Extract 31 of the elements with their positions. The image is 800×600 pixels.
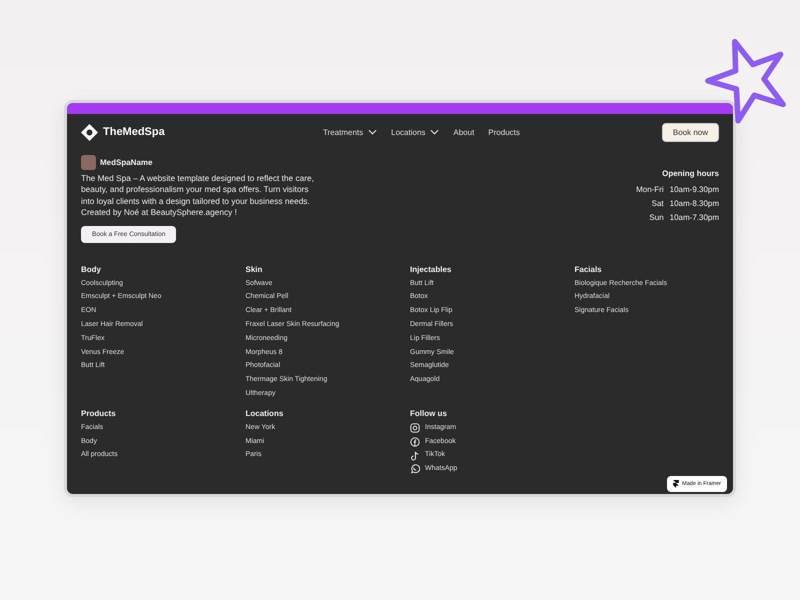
column-heading: Follow us bbox=[410, 409, 448, 418]
column-heading: Facials bbox=[574, 265, 603, 274]
nav-link[interactable]: About bbox=[453, 128, 474, 136]
column-heading: Skin bbox=[246, 265, 264, 274]
hours-days: Mon-Fri bbox=[636, 185, 664, 194]
nav-link[interactable]: Products bbox=[488, 128, 520, 136]
tiktok-icon bbox=[410, 450, 420, 461]
hours-time: 10am-9.30pm bbox=[670, 185, 719, 194]
column-heading: Body bbox=[81, 265, 102, 274]
description: The Med Spa – A website template designed to reflect the care, beauty, and professionalism your med spa offers. Turn visitors into loyal clients with a design tailored to your business needs. Created by Noé at BeautySphere.agency ! bbox=[81, 173, 315, 218]
nav-link[interactable]: Locations bbox=[391, 128, 440, 136]
facebook-icon bbox=[410, 436, 420, 447]
hours-time: 10am-8.30pm bbox=[670, 199, 719, 208]
instagram-icon bbox=[410, 423, 420, 433]
profile-name: MedSpaName bbox=[100, 158, 152, 167]
column-heading: Injectables bbox=[410, 265, 452, 274]
nav-link[interactable]: Treatments bbox=[322, 128, 378, 136]
framer-logo-icon bbox=[673, 480, 680, 488]
whatsapp-icon bbox=[410, 464, 420, 474]
chevron-down-icon bbox=[430, 129, 440, 135]
book-now-button[interactable]: Book now bbox=[662, 122, 719, 142]
chevron-down-icon bbox=[368, 129, 378, 135]
hours-days: Sat bbox=[652, 199, 664, 208]
column-heading: Products bbox=[81, 409, 117, 418]
hours-title: Opening hours bbox=[662, 169, 719, 178]
hours-days: Sun bbox=[649, 213, 664, 222]
diamond-logo-icon bbox=[81, 124, 98, 140]
avatar-placeholder bbox=[81, 155, 96, 170]
column-heading: Locations bbox=[246, 409, 284, 418]
brand-name: TheMedSpa bbox=[103, 126, 165, 138]
hours-time: 10am-7.30pm bbox=[670, 213, 719, 222]
